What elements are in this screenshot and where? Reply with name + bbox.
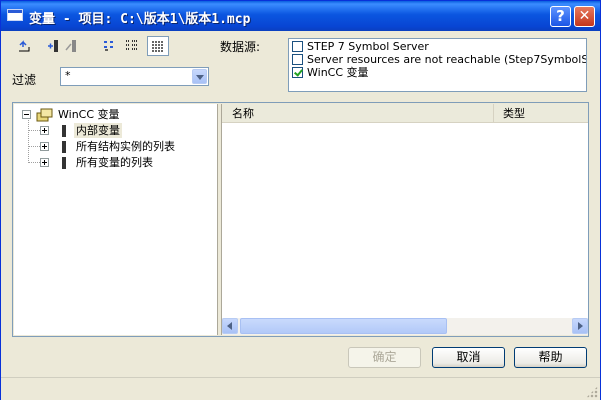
checkbox[interactable] bbox=[292, 54, 303, 65]
collapse-icon[interactable] bbox=[22, 110, 31, 119]
small-icons-view-icon[interactable] bbox=[101, 37, 119, 55]
chevron-down-icon[interactable] bbox=[192, 69, 207, 84]
expand-icon[interactable] bbox=[40, 126, 49, 135]
tree-view[interactable]: WinCC 变量 内部变量 所有结构实例的列表 所有变量的列表 bbox=[14, 104, 218, 335]
help-button[interactable]: 帮助 bbox=[514, 347, 587, 368]
resize-grip-icon[interactable] bbox=[586, 386, 598, 398]
expand-icon[interactable] bbox=[40, 142, 49, 151]
data-source-item[interactable]: WinCC 变量 bbox=[292, 66, 369, 79]
filter-combobox[interactable]: * bbox=[60, 67, 209, 86]
title-bar[interactable]: 变量 - 项目: C:\版本1\版本1.mcp ? ✕ bbox=[1, 1, 600, 31]
variable-list[interactable]: 名称 类型 bbox=[221, 104, 588, 335]
status-bar bbox=[1, 377, 600, 400]
tree-line bbox=[29, 130, 40, 131]
add-variable-icon[interactable] bbox=[45, 37, 63, 55]
variable-group-icon bbox=[60, 124, 68, 138]
data-source-item-label: WinCC 变量 bbox=[307, 66, 369, 79]
remove-variable-icon[interactable] bbox=[63, 37, 81, 55]
tree-line bbox=[29, 162, 40, 163]
tree-line bbox=[29, 146, 40, 147]
list-view-icon[interactable] bbox=[123, 37, 141, 55]
data-source-item-label: STEP 7 Symbol Server bbox=[307, 40, 429, 53]
variable-dialog: 变量 - 项目: C:\版本1\版本1.mcp ? ✕ 过滤 * 数据源: ST… bbox=[0, 0, 601, 400]
window-icon bbox=[7, 9, 23, 21]
scrollbar-thumb[interactable] bbox=[240, 318, 447, 334]
data-source-label: 数据源: bbox=[220, 40, 261, 54]
filter-label: 过滤 bbox=[12, 73, 37, 87]
data-source-item-label: Server resources are not reachable (Step… bbox=[307, 53, 586, 66]
tree-root-label: WinCC 变量 bbox=[58, 108, 120, 121]
variable-group-icon bbox=[60, 140, 68, 154]
help-icon[interactable]: ? bbox=[550, 6, 571, 27]
tree-line bbox=[28, 118, 29, 163]
tree-node-label: 所有变量的列表 bbox=[76, 156, 153, 169]
window-title: 变量 - 项目: C:\版本1\版本1.mcp bbox=[29, 12, 251, 27]
checkbox[interactable] bbox=[292, 41, 303, 52]
variable-group-icon bbox=[60, 156, 68, 170]
ok-button[interactable]: 确定 bbox=[348, 347, 421, 368]
go-up-icon[interactable] bbox=[15, 37, 33, 55]
data-source-item[interactable]: STEP 7 Symbol Server bbox=[292, 40, 429, 53]
details-view-icon[interactable] bbox=[147, 36, 169, 56]
cancel-button[interactable]: 取消 bbox=[432, 347, 505, 368]
tree-node-label: 所有结构实例的列表 bbox=[76, 140, 175, 153]
scroll-right-icon[interactable] bbox=[572, 318, 588, 334]
expand-icon[interactable] bbox=[40, 158, 49, 167]
column-header-name[interactable]: 名称 bbox=[222, 104, 494, 123]
data-source-list[interactable]: STEP 7 Symbol Server Server resources ar… bbox=[288, 38, 587, 92]
database-icon bbox=[36, 108, 54, 122]
column-header-type[interactable]: 类型 bbox=[494, 104, 588, 123]
filter-value: * bbox=[65, 69, 71, 82]
variable-browser: WinCC 变量 内部变量 所有结构实例的列表 所有变量的列表 名称 类型 bbox=[12, 102, 589, 337]
scroll-left-icon[interactable] bbox=[222, 318, 238, 334]
close-icon[interactable]: ✕ bbox=[574, 6, 595, 27]
checkbox-checked[interactable] bbox=[292, 67, 303, 78]
tree-node-label: 内部变量 bbox=[74, 123, 122, 138]
horizontal-scrollbar[interactable] bbox=[222, 318, 588, 335]
data-source-item[interactable]: Server resources are not reachable (Step… bbox=[292, 53, 586, 66]
